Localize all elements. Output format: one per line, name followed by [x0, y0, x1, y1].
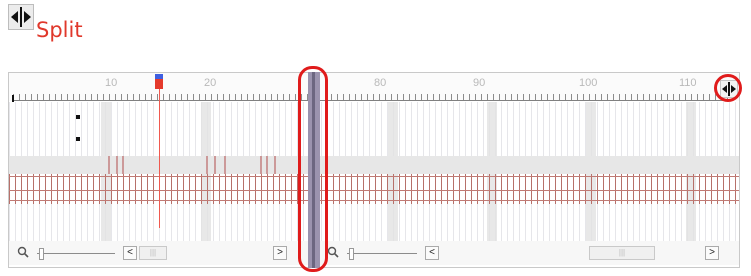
ruler-label-10: 10 [105, 77, 118, 89]
zoom-slider-knob[interactable] [39, 248, 44, 260]
keyframe-dot[interactable] [76, 137, 80, 141]
band-marker [206, 156, 208, 174]
layer-band[interactable] [9, 156, 739, 174]
zoom-icon[interactable] [327, 246, 339, 258]
band-marker [122, 156, 124, 174]
zoom-slider-track[interactable] [37, 253, 115, 254]
split-arrows-icon [8, 4, 34, 30]
band-marker [224, 156, 226, 174]
frame-ruler[interactable]: 10 20 80 90 100 110 [9, 73, 739, 102]
track-row-line [9, 190, 739, 191]
scroll-left-button[interactable]: < [123, 246, 137, 260]
track-row-line [9, 176, 739, 177]
band-marker [116, 156, 118, 174]
ruler-label-110: 110 [679, 77, 697, 89]
ruler-label-20: 20 [204, 77, 217, 89]
ruler-label-100: 100 [579, 77, 598, 89]
zoom-icon[interactable] [17, 246, 29, 258]
zoom-slider-track[interactable] [347, 253, 417, 254]
track-row-line [9, 200, 739, 201]
ruler-baseline [13, 100, 733, 101]
ruler-label-80: 80 [374, 77, 387, 89]
scroll-right-button[interactable]: > [273, 246, 287, 260]
split-divider-highlight [298, 66, 328, 272]
playhead-handle[interactable] [155, 79, 163, 89]
split-label: Split [36, 18, 83, 42]
band-marker [274, 156, 276, 174]
split-toggle-highlight [714, 74, 742, 102]
timeline-bottom-bar: < ||| > < ||| > [9, 241, 739, 265]
band-marker [108, 156, 110, 174]
scroll-left-button[interactable]: < [425, 246, 439, 260]
ruler-label-90: 90 [473, 77, 486, 89]
band-marker [214, 156, 216, 174]
band-marker [266, 156, 268, 174]
band-marker [260, 156, 262, 174]
timeline-panel: 10 20 80 90 100 110 < ||| > < ||| > [8, 66, 742, 272]
scroll-thumb[interactable]: ||| [589, 246, 655, 260]
scroll-right-button[interactable]: > [705, 246, 719, 260]
zoom-slider-knob[interactable] [349, 248, 354, 260]
ruler-start-marker [12, 95, 14, 102]
playhead-line [159, 80, 160, 228]
keyframe-dot[interactable] [76, 115, 80, 119]
scroll-thumb[interactable]: ||| [139, 246, 167, 260]
